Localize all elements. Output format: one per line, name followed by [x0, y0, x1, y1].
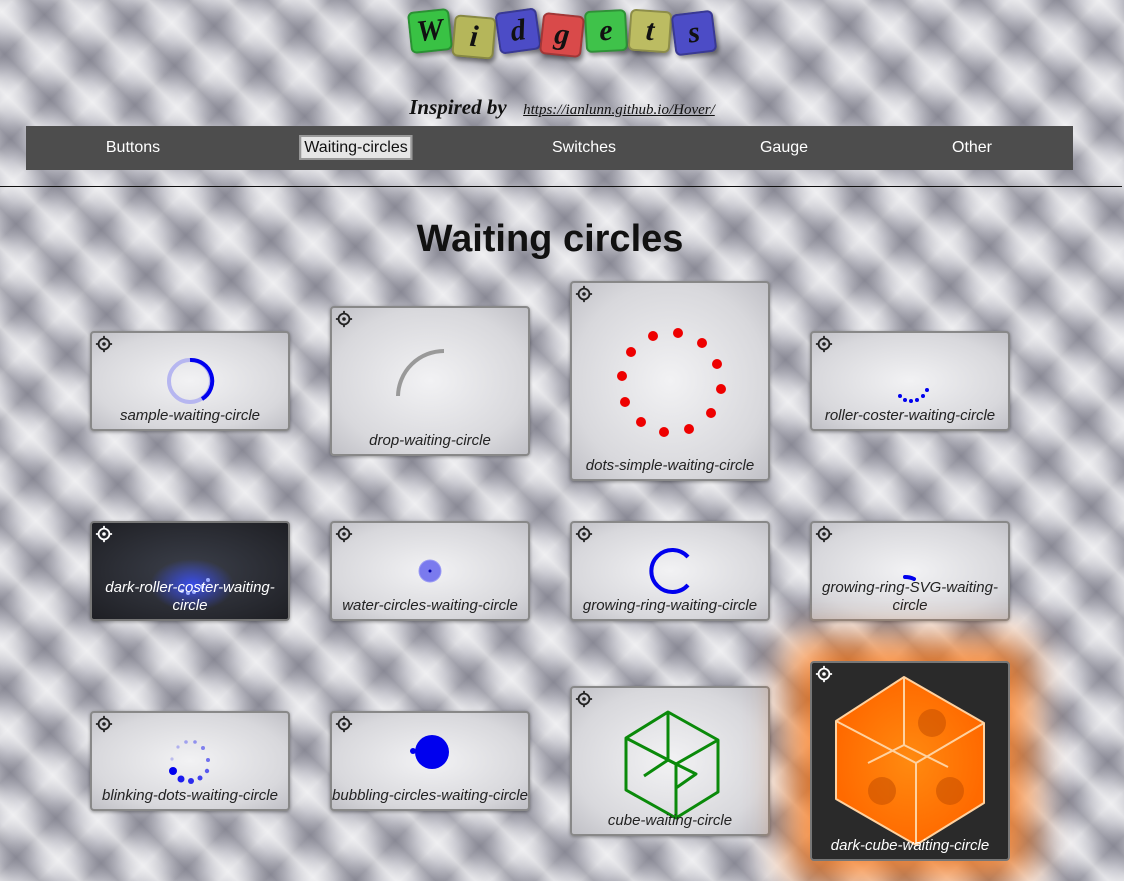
card-label: cube-waiting-circle — [607, 812, 733, 829]
logo-tile: e — [583, 8, 629, 54]
card-label: dark-cube-waiting-circle — [830, 837, 990, 854]
card-label: roller-coster-waiting-circle — [824, 407, 996, 424]
card-cube-waiting-circle[interactable]: cube-waiting-circle — [570, 686, 770, 836]
card-label: water-circles-waiting-circle — [342, 597, 518, 614]
divider — [0, 186, 1122, 187]
card-growing-ring-waiting-circle[interactable]: growing-ring-waiting-circle — [570, 521, 770, 621]
card-label: dots-simple-waiting-circle — [585, 457, 755, 474]
card-water-circles-waiting-circle[interactable]: water-circles-waiting-circle — [330, 521, 530, 621]
card-label: blinking-dots-waiting-circle — [102, 787, 278, 804]
card-growing-ring-svg-waiting-circle[interactable]: growing-ring-SVG-waiting-circle — [810, 521, 1010, 621]
nav-bar: Buttons Waiting-circles Switches Gauge O… — [26, 126, 1073, 170]
card-sample-waiting-circle[interactable]: sample-waiting-circle — [90, 331, 290, 431]
card-label: growing-ring-SVG-waiting-circle — [822, 579, 998, 614]
card-label: growing-ring-waiting-circle — [582, 597, 758, 614]
logo: Widgets — [0, 7, 1124, 60]
logo-tile: s — [670, 9, 718, 57]
card-dark-cube-waiting-circle[interactable]: dark-cube-waiting-circle — [810, 661, 1010, 861]
logo-tile: t — [627, 8, 673, 54]
nav-item-waiting-circles[interactable]: Waiting-circles — [299, 126, 413, 170]
dark-cube-spinner — [835, 676, 985, 846]
card-label: dark-roller-coster-waiting-circle — [105, 579, 275, 614]
inspired-label: Inspired by — [409, 95, 507, 119]
card-blinking-dots-waiting-circle[interactable]: blinking-dots-waiting-circle — [90, 711, 290, 811]
nav-item-buttons[interactable]: Buttons — [106, 126, 160, 170]
card-label: drop-waiting-circle — [369, 432, 491, 449]
card-roller-coster-waiting-circle[interactable]: roller-coster-waiting-circle — [810, 331, 1010, 431]
nav-item-gauge[interactable]: Gauge — [760, 126, 808, 170]
card-dark-roller-coster-waiting-circle[interactable]: dark-roller-coster-waiting-circle — [90, 521, 290, 621]
nav-item-switches[interactable]: Switches — [552, 126, 616, 170]
nav-item-other[interactable]: Other — [952, 126, 992, 170]
card-dots-simple-waiting-circle[interactable]: dots-simple-waiting-circle — [570, 281, 770, 481]
inspired-link[interactable]: https://ianlunn.github.io/Hover/ — [523, 102, 715, 118]
card-bubbling-circles-waiting-circle[interactable]: bubbling-circles-waiting-circle — [330, 711, 530, 811]
logo-tile: d — [494, 7, 542, 55]
card-drop-waiting-circle[interactable]: drop-waiting-circle — [330, 306, 530, 456]
logo-tile: W — [406, 7, 454, 55]
inspired-by: Inspired by https://ianlunn.github.io/Ho… — [0, 95, 1124, 120]
dots-spinner — [617, 328, 726, 437]
logo-tile: g — [538, 11, 586, 59]
page-title: Waiting circles — [416, 218, 684, 260]
logo-tile: i — [451, 14, 497, 60]
card-label: bubbling-circles-waiting-circle — [332, 787, 528, 804]
card-label: sample-waiting-circle — [119, 407, 261, 424]
